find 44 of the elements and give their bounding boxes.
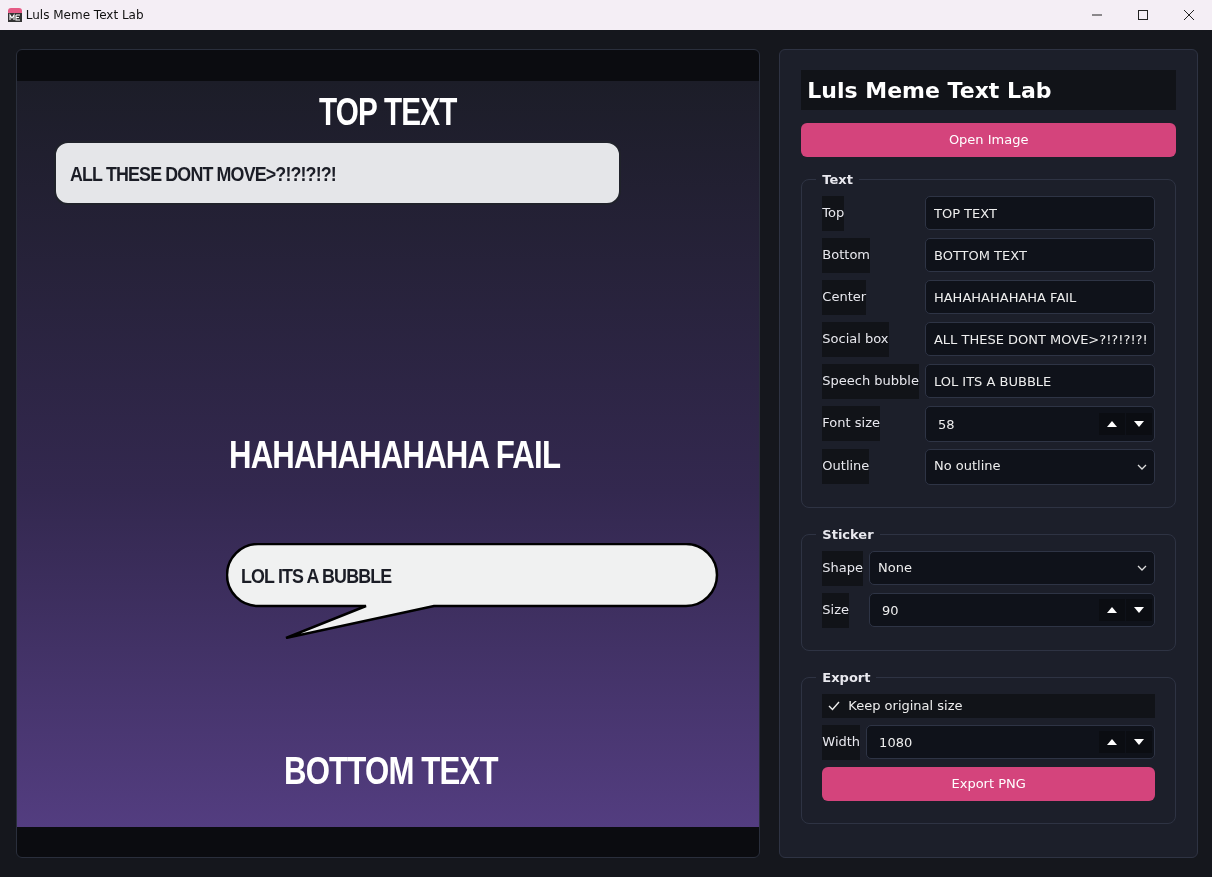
app-logo-icon: [6, 8, 23, 22]
field-label: Size: [822, 593, 849, 628]
text-field[interactable]: ALL THESE DONT MOVE>?!?!?!?!: [924, 322, 1155, 356]
decrement-button[interactable]: [1126, 731, 1152, 753]
triangle-up-icon: [1107, 421, 1117, 427]
decrement-button[interactable]: [1126, 599, 1152, 621]
checkbox[interactable]: Keep original size: [822, 694, 1155, 718]
text-field[interactable]: TOP TEXT: [924, 196, 1155, 230]
text-field[interactable]: LOL ITS A BUBBLE: [924, 364, 1155, 398]
triangle-down-icon: [1134, 607, 1144, 613]
triangle-up-icon: [1107, 607, 1117, 613]
maximize-icon: [1138, 10, 1148, 20]
text-field[interactable]: HAHAHAHAHAHA FAIL: [924, 280, 1155, 314]
top-text: TOP TEXT: [319, 93, 457, 131]
increment-button[interactable]: [1099, 731, 1125, 753]
triangle-down-icon: [1134, 421, 1144, 427]
speech-bubble-text: LOL ITS A BUBBLE: [241, 563, 392, 589]
triangle-up-icon: [1107, 739, 1117, 745]
field-label: Speech bubble: [822, 364, 919, 399]
text-field[interactable]: BOTTOM TEXT: [924, 238, 1155, 272]
bottom-text: BOTTOM TEXT: [284, 749, 498, 794]
export-button[interactable]: Export PNG: [822, 767, 1155, 801]
decrement-button[interactable]: [1126, 413, 1152, 435]
field-label: Width: [822, 725, 861, 760]
chevron-down-icon: [1137, 464, 1147, 470]
app-heading: Luls Meme Text Lab: [801, 70, 1176, 110]
field-label: Top: [822, 196, 845, 231]
field-label: Shape: [822, 551, 864, 586]
dropdown[interactable]: No outline: [924, 449, 1155, 485]
increment-button[interactable]: [1099, 599, 1125, 621]
field-label: Bottom: [822, 238, 870, 273]
field-label: Outline: [822, 449, 870, 484]
field-label: Social box: [822, 322, 889, 357]
chevron-down-icon: [1137, 565, 1147, 571]
social-box-text: ALL THESE DONT MOVE>?!?!?!?!: [70, 161, 336, 187]
field-label: Center: [822, 280, 867, 315]
close-icon: [1184, 10, 1194, 20]
field-label: Font size: [822, 406, 880, 441]
increment-button[interactable]: [1099, 413, 1125, 435]
dropdown[interactable]: None: [869, 551, 1155, 585]
window-title: Luls Meme Text Lab: [25, 7, 144, 24]
triangle-down-icon: [1134, 739, 1144, 745]
open-image-button[interactable]: Open Image: [801, 123, 1176, 157]
center-text: HAHAHAHAHAHA FAIL: [229, 433, 561, 478]
